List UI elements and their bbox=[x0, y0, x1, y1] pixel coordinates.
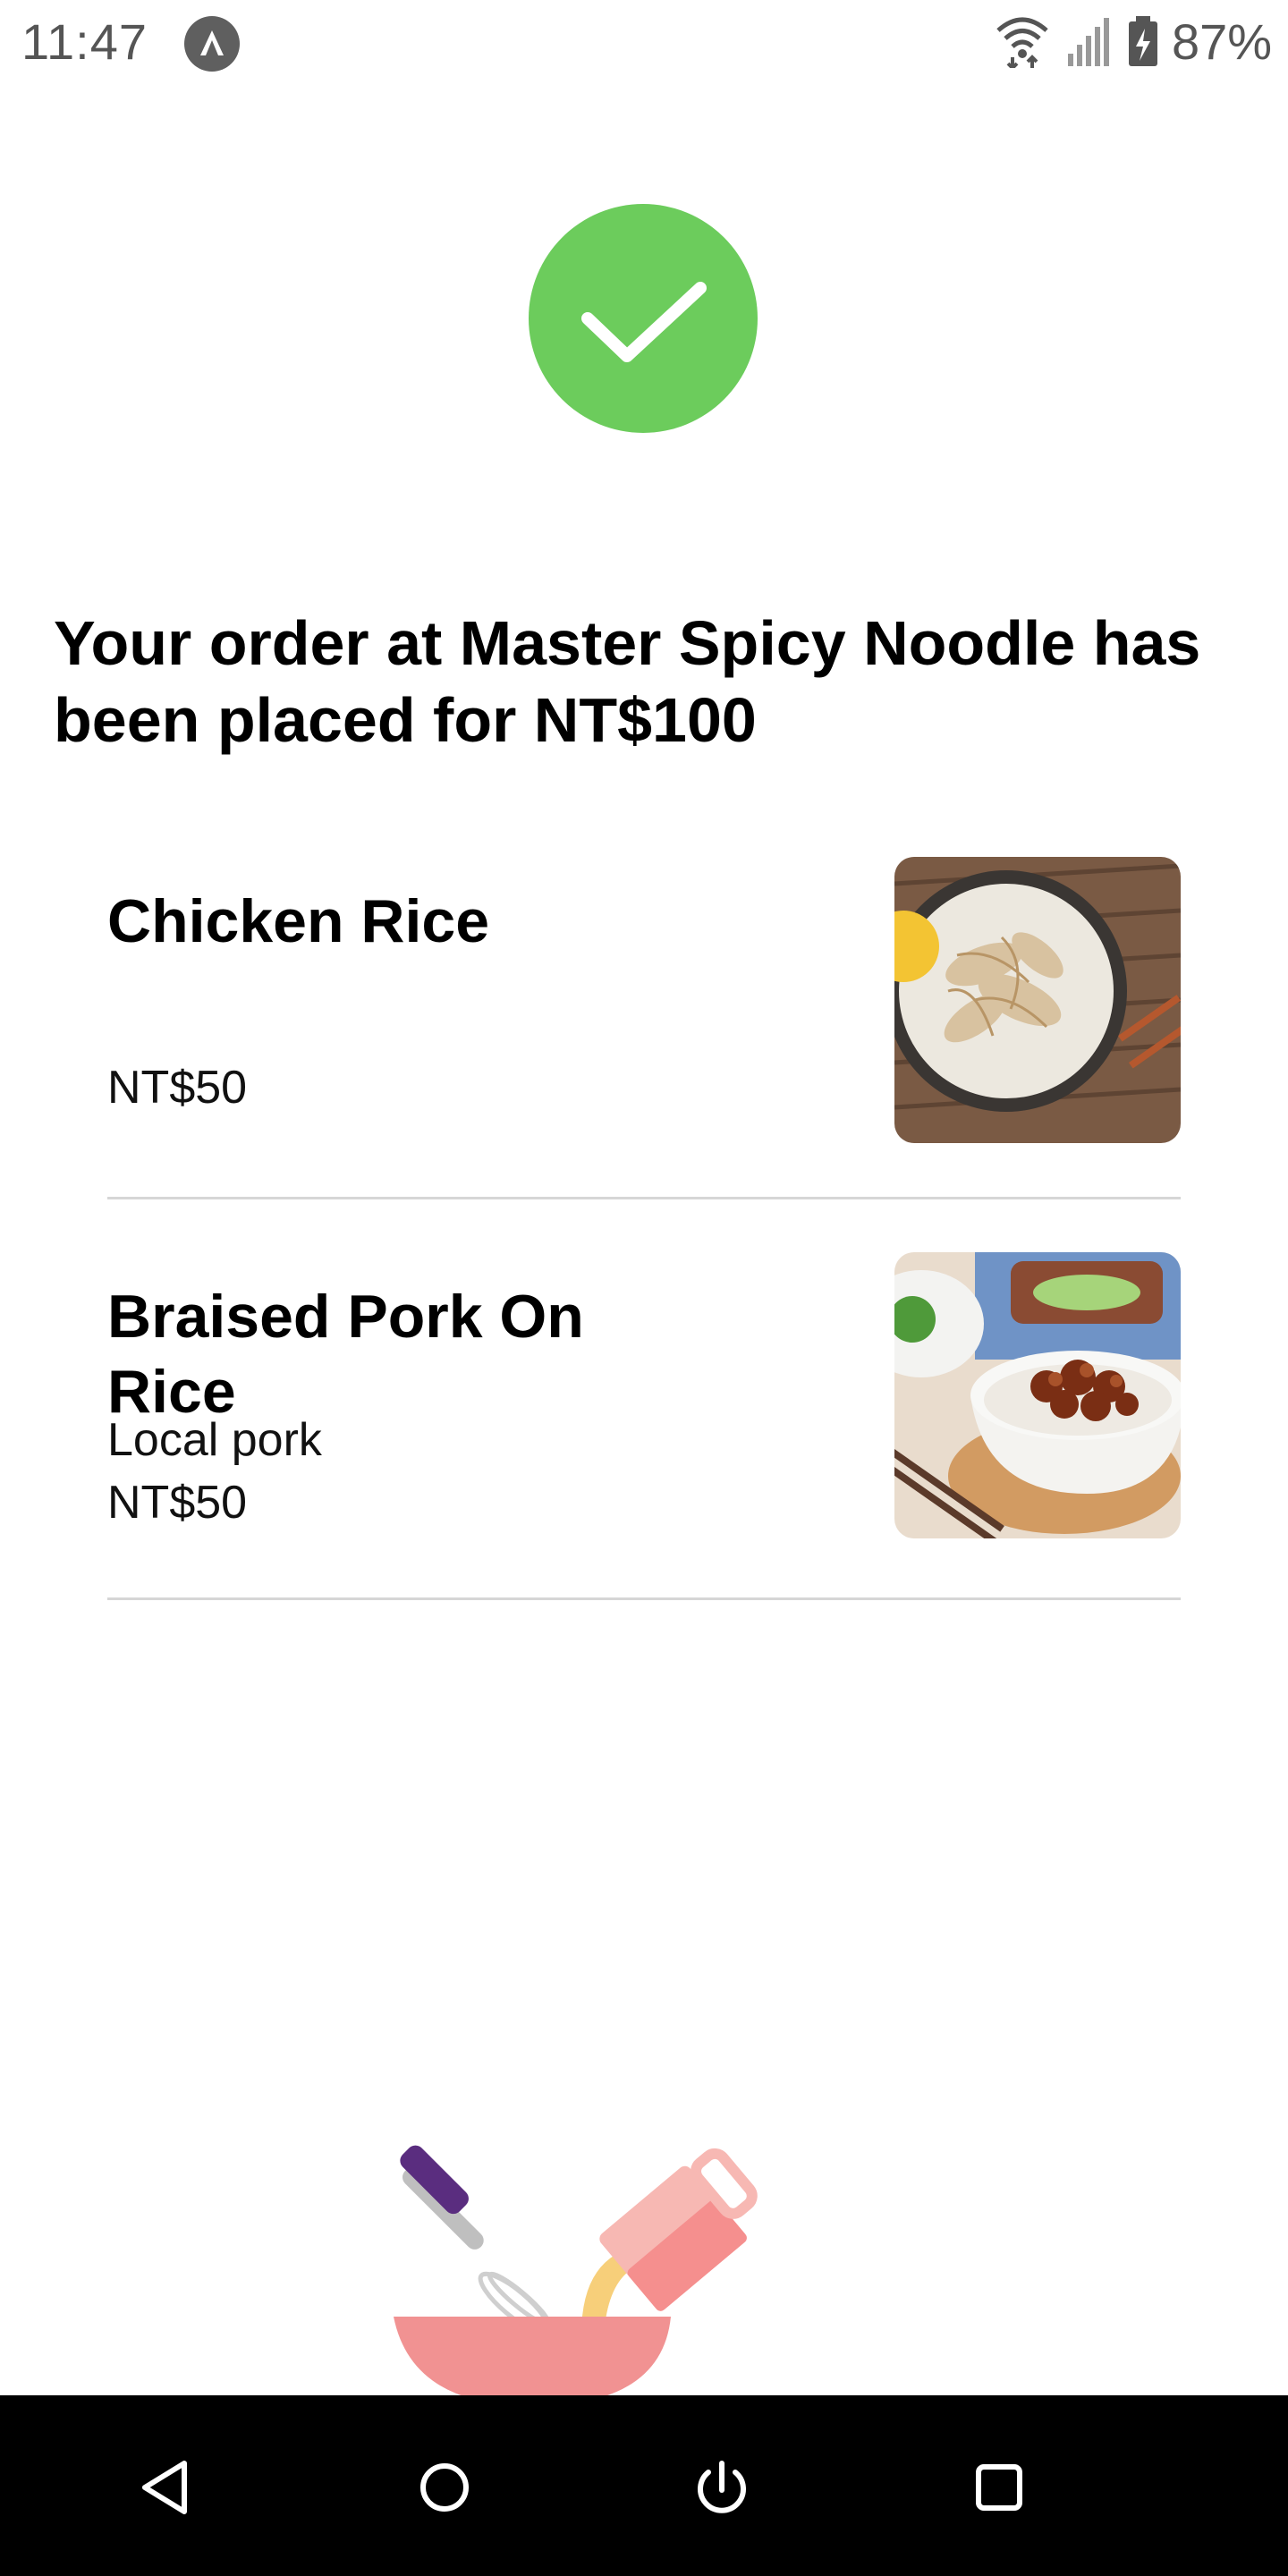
item-description: Local pork bbox=[107, 1414, 322, 1466]
back-icon[interactable] bbox=[127, 2447, 208, 2528]
status-time: 11:47 bbox=[21, 13, 148, 70]
navigation-bar bbox=[0, 2395, 1288, 2576]
order-confirmation-screen: 11:47 87% Your order at Master Spicy Noo… bbox=[0, 0, 1288, 2576]
chicken-rice-photo bbox=[894, 857, 1181, 1143]
order-item: Braised Pork On Rice Local pork NT$50 bbox=[107, 1252, 1181, 1599]
battery-percentage: 87% bbox=[1172, 13, 1273, 70]
item-name: Braised Pork On Rice bbox=[107, 1283, 584, 1426]
home-icon[interactable] bbox=[404, 2447, 485, 2528]
power-icon[interactable] bbox=[682, 2447, 762, 2528]
item-divider bbox=[107, 1597, 1181, 1600]
status-bar: 11:47 87% bbox=[0, 0, 1288, 86]
recents-icon[interactable] bbox=[959, 2447, 1039, 2528]
battery-charging-icon bbox=[1127, 16, 1159, 72]
checkmark-icon bbox=[529, 204, 758, 433]
wifi-icon bbox=[995, 13, 1050, 72]
order-confirmation-headline: Your order at Master Spicy Noodle has be… bbox=[54, 608, 1201, 755]
item-price: NT$50 bbox=[107, 1062, 248, 1114]
item-price: NT$50 bbox=[107, 1477, 248, 1529]
mixing-bowl-illustration bbox=[376, 2111, 805, 2406]
order-item: Chicken Rice NT$50 bbox=[107, 857, 1181, 1197]
signal-icon bbox=[1064, 16, 1111, 72]
braised-pork-rice-photo bbox=[894, 1252, 1181, 1538]
app-notification-icon bbox=[184, 16, 240, 72]
item-name: Chicken Rice bbox=[107, 887, 490, 955]
item-divider bbox=[107, 1197, 1181, 1199]
